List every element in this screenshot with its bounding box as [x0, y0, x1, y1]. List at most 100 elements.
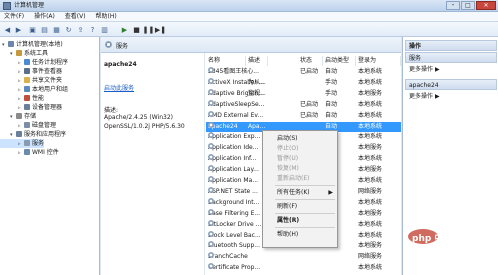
service-gear-icon — [208, 230, 214, 237]
wmi-icon — [24, 149, 30, 155]
start-service-link[interactable]: 启动此服务 — [104, 83, 134, 92]
cell-logon: 本地系统 — [358, 198, 383, 206]
users-icon — [24, 86, 30, 92]
service-gear-icon — [208, 88, 214, 95]
column-header-name[interactable]: 名称 — [206, 56, 246, 66]
storage-icon — [16, 113, 22, 119]
tree-item-label: 本地用户和组 — [32, 86, 69, 93]
menu-separator — [275, 227, 335, 228]
cell-logon: 本地系统 — [358, 177, 383, 184]
tree-item[interactable]: ▾ 计算机管理(本地) — [0, 40, 63, 49]
forward-icon[interactable]: ▶ — [14, 25, 23, 34]
actions-section-services[interactable]: 服务 — [405, 52, 497, 63]
context-menu: 启动(S) 停止(O) 暂停(U) 恢复(M) 重新启动(E) 所有任务(K) ▶ 刷新(F)… — [262, 130, 338, 248]
maximize-button[interactable]: □ — [461, 1, 475, 10]
table-row[interactable]: BranchCache 网络服务 — [206, 252, 401, 262]
menu-separator — [275, 199, 335, 200]
refresh-icon[interactable]: ↻ — [64, 25, 73, 34]
tree-item[interactable]: ▾ 服务和应用程序 — [0, 130, 66, 139]
tree-item-label: 设备管理器 — [32, 104, 63, 111]
table-row[interactable]: AdaptiveSleepSe... 已启动 自动 本地系统 — [206, 99, 401, 110]
context-menu-item[interactable]: 帮助(H) — [263, 230, 337, 240]
stop-service-icon[interactable]: ■ — [132, 25, 141, 34]
cell-start: 手动 — [325, 78, 338, 86]
service-gear-icon — [208, 110, 214, 117]
context-menu-item[interactable]: 属性(R) — [263, 216, 337, 226]
more-actions-services[interactable]: 更多操作 ▶ — [409, 65, 440, 74]
service-gear-icon — [208, 121, 214, 128]
show-tree-icon[interactable]: ▤ — [40, 25, 49, 34]
tree-item[interactable]: ▹ 任务计划程序 — [0, 58, 68, 67]
disk-icon — [24, 122, 30, 128]
menu-view[interactable]: 查看(V) — [61, 12, 90, 22]
cell-logon: 本地服务 — [358, 242, 383, 250]
menu-help[interactable]: 帮助(H) — [92, 12, 121, 22]
extended-view-icon[interactable]: ▥ — [100, 25, 109, 34]
menu-separator — [275, 185, 335, 186]
navigation-tree: ▾ 计算机管理(本地) ▾ 系统工具 ▹ 任务计划程序 ▹ 事件查看器 ▹ 共享文件夹 ▹ 本地用户和… — [0, 37, 100, 275]
tree-item-label: 共享文件夹 — [32, 77, 63, 84]
table-row[interactable]: ActiveX Installer ... 为从... 手动 本地系统 — [206, 77, 401, 88]
cell-start: 自动 — [325, 68, 338, 75]
menu-file[interactable]: 文件(F) — [0, 12, 28, 22]
column-header-logon-as[interactable]: 登录为 — [356, 56, 401, 66]
context-menu-item[interactable]: 启动(S) — [263, 134, 337, 144]
properties-icon[interactable]: ▦ — [52, 25, 61, 34]
cell-name: 2345看图王核心... — [208, 67, 259, 75]
menu-bar: 文件(F) 操作(A) 查看(V) 帮助(H) — [0, 12, 498, 22]
service-gear-icon — [208, 197, 214, 204]
cell-start: 自动 — [325, 100, 338, 108]
tree-item-label: 存储 — [24, 113, 37, 120]
cell-logon: 本地系统 — [358, 264, 383, 272]
tree-item[interactable]: ▹ 共享文件夹 — [0, 76, 62, 85]
up-folder-icon[interactable]: ▣ — [28, 25, 37, 34]
tree-item[interactable]: ▹ WMI 控件 — [0, 148, 59, 157]
context-menu-item[interactable]: 所有任务(K) ▶ — [263, 188, 337, 198]
tree-item[interactable]: ▹ 本地用户和组 — [0, 85, 68, 94]
clock-icon — [24, 59, 30, 65]
tree-item-label: 任务计划程序 — [32, 59, 69, 66]
more-actions-apache24[interactable]: 更多操作 ▶ — [409, 92, 440, 101]
pause-service-icon[interactable]: ❚❚ — [143, 25, 155, 34]
context-menu-item[interactable]: 重新启动(E) — [263, 174, 337, 184]
tree-item-label: 系统工具 — [24, 50, 49, 57]
tree-item[interactable]: ▹ 设备管理器 — [0, 103, 62, 112]
start-service-icon[interactable]: ▶ — [120, 25, 129, 34]
export-icon[interactable]: ⇪ — [76, 25, 85, 34]
help-icon[interactable]: ? — [88, 25, 97, 34]
context-menu-item[interactable]: 暂停(U) — [263, 154, 337, 164]
cell-desc: 监视... — [248, 89, 266, 97]
minimize-button[interactable]: - — [446, 1, 460, 10]
computer-icon — [8, 41, 14, 47]
submenu-arrow-icon: ▶ — [328, 189, 333, 196]
tree-item[interactable]: ▹ 事件查看器 — [0, 67, 62, 76]
performance-icon — [24, 95, 30, 101]
column-header-status[interactable]: 状态 — [298, 56, 323, 66]
tree-item[interactable]: ▹ 服务 — [0, 139, 45, 148]
tree-item[interactable]: ▾ 系统工具 — [0, 49, 48, 58]
close-button[interactable]: ✕ — [476, 1, 496, 10]
description-label: 描述: — [104, 107, 119, 114]
services-panel: 服务 apache24 启动此服务 描述: Apache/2.4.25 (Win… — [101, 37, 401, 275]
tree-item[interactable]: ▹ 性能 — [0, 94, 44, 103]
app-icon — [3, 2, 11, 10]
context-menu-item[interactable]: 刷新(F) — [263, 202, 337, 212]
tree-item[interactable]: ▾ 存储 — [0, 112, 36, 121]
tree-item-label: 磁盘管理 — [32, 122, 57, 129]
actions-section-apache24[interactable]: apache24 — [405, 79, 497, 90]
back-icon[interactable]: ◀ — [3, 25, 12, 34]
restart-service-icon[interactable]: ▶❚ — [155, 25, 166, 34]
column-header-description[interactable]: 描述 — [246, 56, 268, 66]
column-header-startup-type[interactable]: 启动类型 — [323, 56, 356, 66]
cell-desc: 为从... — [248, 78, 266, 86]
menu-action[interactable]: 操作(A) — [30, 12, 59, 22]
table-row[interactable]: Adaptive Brightn... 监视... 手动 本地服务 — [206, 88, 401, 99]
cell-logon: 本地服务 — [358, 144, 383, 152]
table-row[interactable]: Certificate Prop... 本地系统 — [206, 263, 401, 273]
context-menu-item[interactable]: 恢复(M) — [263, 164, 337, 174]
table-row[interactable]: AMD External Ev... 已启动 自动 本地系统 — [206, 110, 401, 121]
context-menu-item[interactable]: 停止(O) — [263, 144, 337, 154]
tree-item[interactable]: ▹ 磁盘管理 — [0, 121, 56, 130]
tree-item-label: 性能 — [32, 95, 45, 102]
table-row[interactable]: 2345看图王核心... 已启动 自动 本地系统 — [206, 67, 401, 77]
